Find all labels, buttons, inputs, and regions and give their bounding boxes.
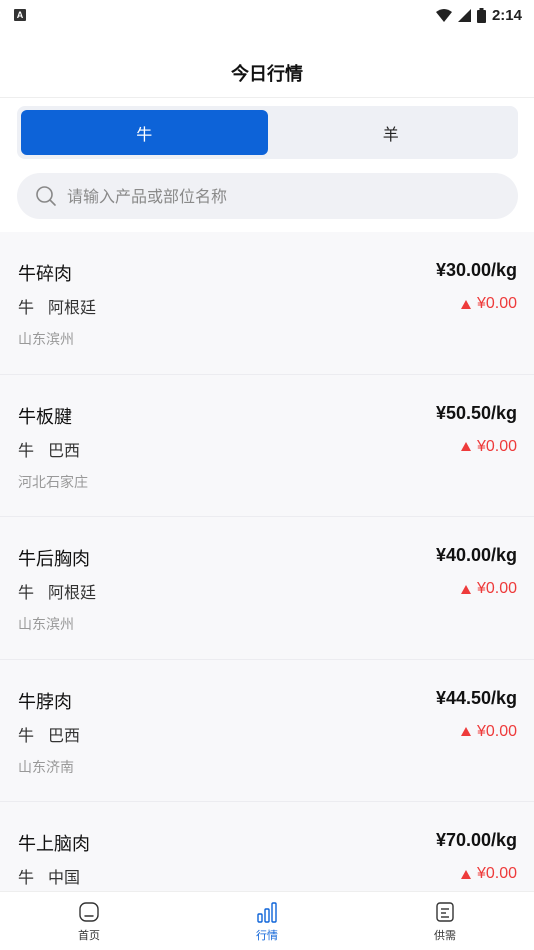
product-price: ¥44.50/kg [435, 687, 517, 708]
status-bar: A 2:14 [0, 0, 534, 30]
product-origin: 牛阿根廷 [18, 579, 96, 603]
nav-market[interactable]: 行情 [178, 892, 356, 950]
origin-country: 阿根廷 [48, 298, 97, 317]
nav-supply-demand-label: 供需 [434, 928, 456, 942]
product-category: 牛 [18, 440, 35, 460]
price-change-value: ¥0.00 [476, 865, 517, 883]
document-icon [433, 900, 457, 924]
search-icon [35, 185, 57, 207]
product-location: 山东滨州 [18, 617, 74, 634]
product-price: ¥40.00/kg [435, 545, 517, 566]
price-change: ¥0.00 [460, 865, 517, 883]
price-change-value: ¥0.00 [476, 295, 517, 312]
up-triangle-icon [460, 299, 471, 309]
page-title: 今日行情 [231, 63, 303, 85]
product-name: 牛脖肉 [18, 691, 72, 713]
product-category: 牛 [18, 583, 35, 603]
wifi-icon [435, 8, 452, 22]
price-change-value: ¥0.00 [476, 580, 517, 598]
up-triangle-icon [460, 584, 471, 594]
price-change-value: ¥0.00 [476, 437, 517, 455]
nav-market-label: 行情 [256, 928, 278, 942]
product-origin: 牛中国 [18, 864, 80, 888]
chart-icon [255, 900, 279, 924]
origin-country: 阿根廷 [48, 583, 97, 603]
list-item[interactable]: 牛上脑肉 牛中国 ¥70.00/kg ¥0.00 [0, 802, 534, 891]
product-price: ¥50.50/kg [435, 402, 517, 423]
search-input[interactable] [67, 186, 487, 206]
product-category: 牛 [18, 868, 35, 888]
origin-country: 巴西 [48, 440, 81, 460]
up-triangle-icon [460, 442, 471, 452]
app-screen: A 2:14 今日行情 牛 羊 牛碎肉 [0, 0, 534, 950]
price-change: ¥0.00 [460, 580, 517, 598]
origin-country: 中国 [48, 868, 81, 888]
list-item[interactable]: 牛脖肉 牛巴西 山东济南 ¥44.50/kg ¥0.00 [0, 659, 534, 803]
product-name: 牛碎肉 [18, 264, 72, 285]
search-bar[interactable] [17, 173, 518, 219]
list-item[interactable]: 牛后胸肉 牛阿根廷 山东滨州 ¥40.00/kg ¥0.00 [0, 517, 534, 660]
category-tabs: 牛 羊 [17, 106, 518, 159]
product-origin: 牛阿根廷 [18, 294, 96, 318]
nav-home-label: 首页 [78, 928, 100, 942]
product-location: 山东滨州 [18, 332, 74, 348]
price-change: ¥0.00 [460, 437, 517, 456]
battery-icon [476, 7, 486, 23]
tab-sheep[interactable]: 羊 [268, 110, 515, 155]
product-location: 河北石家庄 [18, 474, 88, 491]
list-item[interactable]: 牛板腱 牛巴西 河北石家庄 ¥50.50/kg ¥0.00 [0, 374, 534, 518]
status-right: 2:14 [435, 6, 522, 24]
up-triangle-icon [460, 727, 471, 737]
product-price: ¥30.00/kg [435, 260, 517, 280]
nav-supply-demand[interactable]: 供需 [356, 892, 534, 950]
nav-home[interactable]: 首页 [0, 892, 178, 950]
tab-cattle[interactable]: 牛 [21, 110, 268, 155]
product-origin: 牛巴西 [18, 437, 80, 461]
cellular-signal-icon [457, 8, 471, 22]
up-triangle-icon [460, 869, 471, 879]
list-item[interactable]: 牛碎肉 牛阿根廷 山东滨州 ¥30.00/kg ¥0.00 [0, 232, 534, 375]
home-icon [77, 900, 101, 924]
origin-country: 巴西 [48, 725, 81, 745]
status-left: A [14, 9, 26, 21]
price-change: ¥0.00 [460, 295, 517, 313]
sim-notification-icon: A [14, 9, 26, 21]
product-name: 牛后胸肉 [18, 549, 90, 571]
bottom-nav: 首页 行情 供需 [0, 891, 534, 950]
product-location: 山东济南 [18, 759, 74, 776]
price-change: ¥0.00 [460, 722, 517, 741]
status-time: 2:14 [491, 6, 522, 24]
product-origin: 牛巴西 [18, 722, 80, 746]
product-category: 牛 [18, 298, 35, 317]
product-name: 牛上脑肉 [18, 834, 90, 856]
product-name: 牛板腱 [18, 406, 72, 428]
page-header: 今日行情 [0, 48, 534, 98]
price-list: 牛碎肉 牛阿根廷 山东滨州 ¥30.00/kg ¥0.00 牛板腱 牛巴西 河北… [0, 232, 534, 891]
product-price: ¥70.00/kg [435, 830, 517, 851]
price-change-value: ¥0.00 [476, 722, 517, 740]
product-category: 牛 [18, 725, 35, 745]
